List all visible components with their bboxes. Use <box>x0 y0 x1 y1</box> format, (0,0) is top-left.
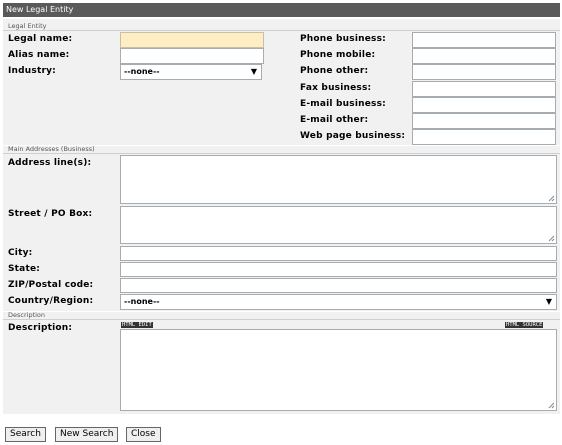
fax-business-label: Fax business: <box>300 83 372 93</box>
city-label: City: <box>8 248 33 258</box>
legal-name-input[interactable] <box>120 32 264 48</box>
industry-select[interactable]: --none-- ▼ <box>120 64 262 80</box>
description-textarea[interactable] <box>120 329 557 411</box>
country-region-label: Country/Region: <box>8 296 94 306</box>
address-lines-textarea[interactable] <box>120 155 557 204</box>
zip-postal-code-label: ZIP/Postal code: <box>8 280 94 290</box>
industry-label: Industry: <box>8 66 56 76</box>
description-section-label: Description <box>8 311 46 319</box>
email-other-input[interactable] <box>412 113 556 129</box>
resize-grip-icon[interactable] <box>548 402 555 409</box>
window-title: New Legal Entity <box>3 3 560 17</box>
address-lines-label: Address line(s): <box>8 158 92 168</box>
email-other-label: E-mail other: <box>300 115 369 125</box>
phone-mobile-input[interactable] <box>412 48 556 64</box>
legal-entity-section-label: Legal Entity <box>8 22 47 30</box>
resize-grip-icon[interactable] <box>548 235 555 242</box>
new-search-button[interactable]: New Search <box>55 427 119 442</box>
resize-grip-icon[interactable] <box>548 195 555 202</box>
industry-selected-value: --none-- <box>124 67 160 76</box>
phone-other-label: Phone other: <box>300 66 369 76</box>
state-label: State: <box>8 264 41 274</box>
email-business-input[interactable] <box>412 97 556 113</box>
dropdown-arrow-icon: ▼ <box>250 67 257 76</box>
country-region-selected-value: --none-- <box>124 297 160 306</box>
zip-postal-code-input[interactable] <box>120 278 557 293</box>
phone-business-input[interactable] <box>412 32 556 48</box>
phone-business-label: Phone business: <box>300 34 386 44</box>
legal-name-label: Legal name: <box>8 34 73 44</box>
web-page-business-label: Web page business: <box>300 131 406 141</box>
alias-name-input[interactable] <box>120 48 264 64</box>
phone-mobile-label: Phone mobile: <box>300 50 376 60</box>
description-label: Description: <box>8 323 73 333</box>
html-source-toolbar-button[interactable]: HTML SOURCE <box>505 322 544 328</box>
country-region-select[interactable]: --none-- ▼ <box>120 294 557 310</box>
state-input[interactable] <box>120 262 557 277</box>
html-edit-toolbar-button[interactable]: HTML EDIT <box>121 322 153 328</box>
section-divider <box>3 319 560 320</box>
alias-name-label: Alias name: <box>8 50 70 60</box>
street-po-box-label: Street / PO Box: <box>8 209 93 219</box>
email-business-label: E-mail business: <box>300 99 386 109</box>
close-button[interactable]: Close <box>126 427 161 442</box>
main-addresses-section-label: Main Addresses (Business) <box>8 145 95 153</box>
section-divider <box>3 30 560 31</box>
city-input[interactable] <box>120 246 557 261</box>
street-po-box-textarea[interactable] <box>120 206 557 244</box>
section-divider <box>3 153 560 154</box>
fax-business-input[interactable] <box>412 81 556 97</box>
web-page-business-input[interactable] <box>412 129 556 145</box>
dropdown-arrow-icon: ▼ <box>545 297 552 306</box>
search-button[interactable]: Search <box>5 427 46 442</box>
phone-other-input[interactable] <box>412 64 556 80</box>
